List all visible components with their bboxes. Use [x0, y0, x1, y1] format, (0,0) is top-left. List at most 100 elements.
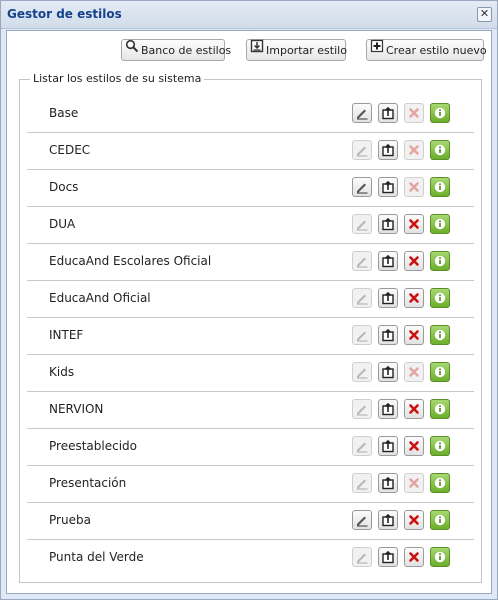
export-icon	[382, 217, 394, 231]
edit-style-button[interactable]	[352, 251, 372, 271]
delete-icon	[409, 404, 419, 414]
delete-style-button[interactable]	[404, 288, 424, 308]
export-style-button[interactable]	[378, 399, 398, 419]
info-icon	[434, 403, 446, 415]
edit-icon	[357, 109, 368, 120]
edit-style-button[interactable]	[352, 103, 372, 123]
close-button[interactable]: ✕	[477, 7, 492, 22]
style-info-button[interactable]	[430, 214, 450, 234]
export-style-button[interactable]	[378, 288, 398, 308]
edit-style-button[interactable]	[352, 325, 372, 345]
export-style-button[interactable]	[378, 214, 398, 234]
info-icon	[434, 514, 446, 526]
style-info-button[interactable]	[430, 547, 450, 567]
style-name: Prueba	[49, 513, 91, 527]
delete-style-button[interactable]	[404, 547, 424, 567]
import-icon	[250, 39, 264, 61]
style-info-button[interactable]	[430, 140, 450, 160]
edit-style-button[interactable]	[352, 288, 372, 308]
edit-style-button[interactable]	[352, 436, 372, 456]
edit-icon	[357, 553, 368, 564]
edit-icon	[357, 146, 368, 157]
style-name: INTEF	[49, 328, 84, 342]
export-icon	[382, 291, 394, 305]
style-name: EducaAnd Oficial	[49, 291, 151, 305]
delete-style-button[interactable]	[404, 103, 424, 123]
style-bank-button[interactable]: Banco de estilos	[121, 39, 231, 61]
delete-style-button[interactable]	[404, 214, 424, 234]
style-row: DUA	[27, 207, 474, 244]
edit-icon	[357, 294, 368, 305]
style-info-button[interactable]	[430, 473, 450, 493]
delete-icon	[409, 108, 419, 118]
delete-icon	[409, 552, 419, 562]
edit-style-button[interactable]	[352, 399, 372, 419]
delete-style-button[interactable]	[404, 251, 424, 271]
export-style-button[interactable]	[378, 510, 398, 530]
styles-legend: Listar los estilos de su sistema	[30, 72, 205, 85]
window-titlebar[interactable]: Gestor de estilos ✕	[1, 1, 497, 29]
style-info-button[interactable]	[430, 399, 450, 419]
export-style-button[interactable]	[378, 251, 398, 271]
style-info-button[interactable]	[430, 362, 450, 382]
info-icon	[434, 181, 446, 193]
export-style-button[interactable]	[378, 547, 398, 567]
export-style-button[interactable]	[378, 103, 398, 123]
export-style-button[interactable]	[378, 140, 398, 160]
edit-style-button[interactable]	[352, 547, 372, 567]
delete-style-button[interactable]	[404, 140, 424, 160]
delete-icon	[409, 145, 419, 155]
info-icon	[434, 440, 446, 452]
export-style-button[interactable]	[378, 325, 398, 345]
edit-style-button[interactable]	[352, 362, 372, 382]
style-name: Presentación	[49, 476, 127, 490]
style-info-button[interactable]	[430, 177, 450, 197]
style-name: EducaAnd Escolares Oficial	[49, 254, 212, 268]
export-style-button[interactable]	[378, 436, 398, 456]
plus-icon	[370, 39, 384, 61]
export-style-button[interactable]	[378, 473, 398, 493]
edit-icon	[357, 331, 368, 342]
delete-style-button[interactable]	[404, 436, 424, 456]
style-row: Base	[27, 96, 474, 133]
delete-style-button[interactable]	[404, 362, 424, 382]
info-icon	[434, 292, 446, 304]
export-style-button[interactable]	[378, 362, 398, 382]
delete-icon	[409, 330, 419, 340]
delete-style-button[interactable]	[404, 399, 424, 419]
import-style-button[interactable]: Importar estilo	[246, 39, 347, 61]
style-manager-window: Gestor de estilos ✕ Banco de estilos Imp…	[0, 0, 498, 600]
style-info-button[interactable]	[430, 436, 450, 456]
create-style-button[interactable]: Crear estilo nuevo	[366, 39, 487, 61]
style-list: Base CEDEC Docs DUA EducaAnd Escolares O…	[27, 96, 474, 576]
style-info-button[interactable]	[430, 510, 450, 530]
delete-style-button[interactable]	[404, 177, 424, 197]
style-row: Prueba	[27, 503, 474, 540]
info-icon	[434, 329, 446, 341]
export-icon	[382, 476, 394, 490]
edit-style-button[interactable]	[352, 177, 372, 197]
create-style-label: Crear estilo nuevo	[386, 44, 487, 57]
style-info-button[interactable]	[430, 325, 450, 345]
edit-icon	[357, 183, 368, 194]
info-icon	[434, 144, 446, 156]
style-info-button[interactable]	[430, 251, 450, 271]
edit-icon	[357, 405, 368, 416]
edit-icon	[357, 368, 368, 379]
delete-style-button[interactable]	[404, 510, 424, 530]
delete-style-button[interactable]	[404, 325, 424, 345]
edit-style-button[interactable]	[352, 473, 372, 493]
delete-style-button[interactable]	[404, 473, 424, 493]
style-info-button[interactable]	[430, 103, 450, 123]
delete-icon	[409, 182, 419, 192]
style-name: DUA	[49, 217, 76, 231]
info-icon	[434, 551, 446, 563]
delete-icon	[409, 515, 419, 525]
style-info-button[interactable]	[430, 288, 450, 308]
edit-style-button[interactable]	[352, 140, 372, 160]
export-style-button[interactable]	[378, 177, 398, 197]
edit-style-button[interactable]	[352, 214, 372, 234]
style-name: Base	[49, 106, 79, 120]
edit-style-button[interactable]	[352, 510, 372, 530]
edit-icon	[357, 479, 368, 490]
